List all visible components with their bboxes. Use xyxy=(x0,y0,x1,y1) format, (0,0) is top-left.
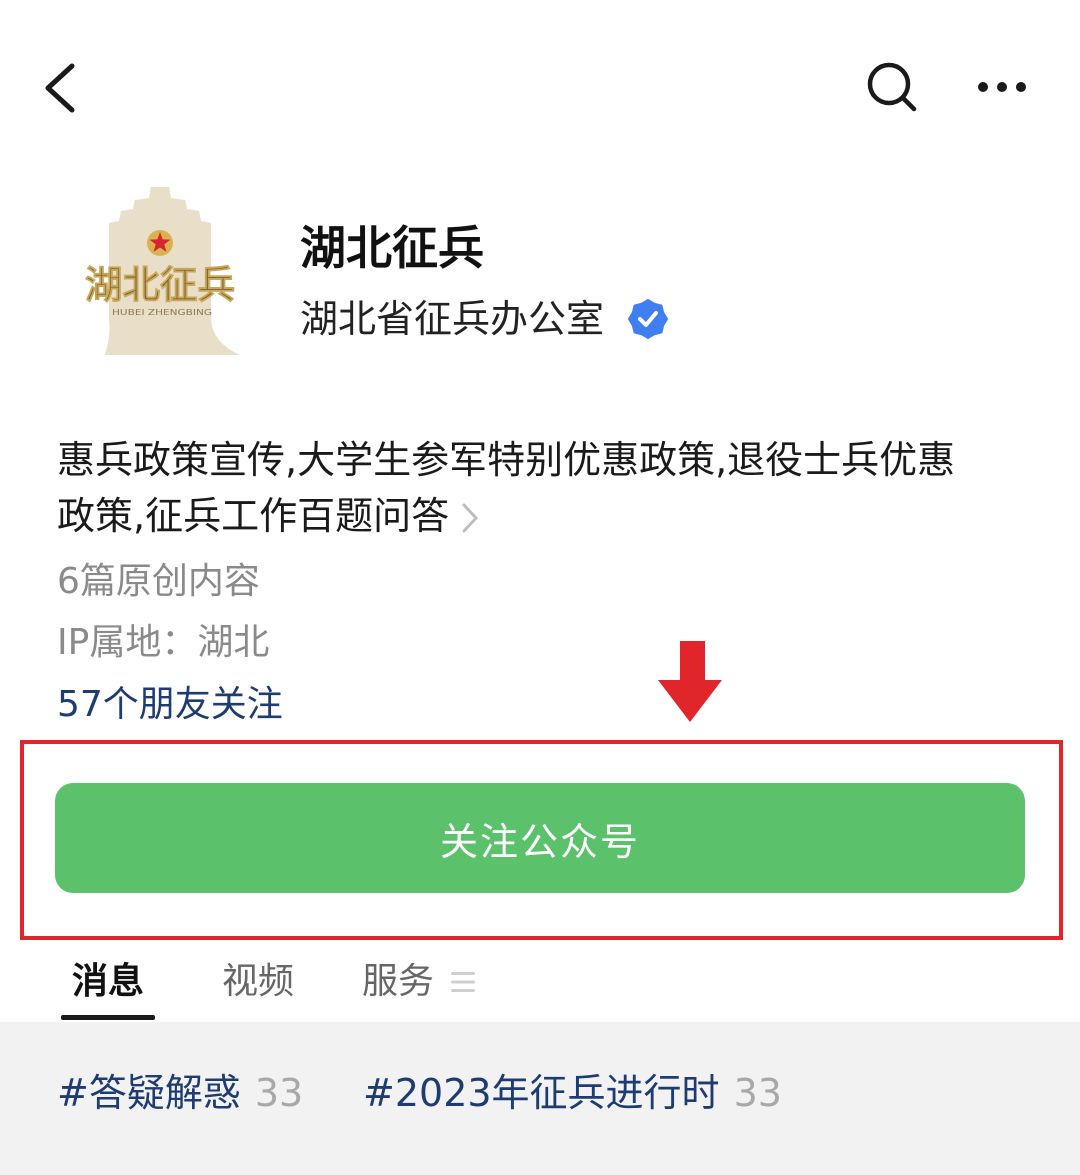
logo-title: 湖北征兵 xyxy=(85,262,235,307)
topic-tag[interactable]: #2023年征兵进行时 33 xyxy=(363,1071,782,1115)
active-tab-indicator xyxy=(61,1015,155,1020)
tab-videos[interactable]: 视频 xyxy=(222,960,294,1004)
back-chevron-left-icon[interactable] xyxy=(40,60,80,116)
chevron-right-icon xyxy=(462,503,478,533)
friends-following-link[interactable]: 57个朋友关注 xyxy=(57,683,283,727)
account-avatar-logo: 湖北征兵 HUBEI ZHENGBING xyxy=(85,187,240,355)
tab-services[interactable]: 服务 xyxy=(362,960,476,1004)
logo-subtitle: HUBEI ZHENGBING xyxy=(112,308,212,317)
search-icon[interactable] xyxy=(862,58,922,118)
tag-count: 33 xyxy=(733,1071,782,1115)
arrow-down-icon xyxy=(658,641,722,722)
tag-count: 33 xyxy=(254,1071,304,1115)
tag-label: #2023年征兵进行时 xyxy=(363,1071,720,1115)
account-name: 湖北征兵 xyxy=(300,221,484,275)
tab-label: 视频 xyxy=(222,961,295,1002)
tab-label: 消息 xyxy=(72,961,145,1002)
tab-label: 服务 xyxy=(362,961,435,1002)
menu-lines-icon xyxy=(451,972,476,992)
organization-row: 湖北省征兵办公室 xyxy=(300,295,669,343)
verified-badge-icon[interactable] xyxy=(628,299,669,339)
tag-label: #答疑解惑 xyxy=(57,1071,241,1115)
original-content-count: 6篇原创内容 xyxy=(57,561,260,602)
ip-location: IP属地：湖北 xyxy=(57,622,270,663)
more-horizontal-icon[interactable] xyxy=(972,76,1032,98)
red-star-icon xyxy=(147,230,173,256)
organization-name: 湖北省征兵办公室 xyxy=(300,297,605,341)
topic-tag[interactable]: #答疑解惑 33 xyxy=(57,1071,303,1115)
tab-messages[interactable]: 消息 xyxy=(72,960,144,1004)
follow-account-button[interactable]: 关注公众号 xyxy=(55,783,1025,893)
account-description[interactable]: 惠兵政策宣传,大学生参军特别优惠政策,退役士兵优惠政策,征兵工作百题问答 xyxy=(57,432,987,544)
description-text: 惠兵政策宣传,大学生参军特别优惠政策,退役士兵优惠政策,征兵工作百题问答 xyxy=(57,438,956,538)
